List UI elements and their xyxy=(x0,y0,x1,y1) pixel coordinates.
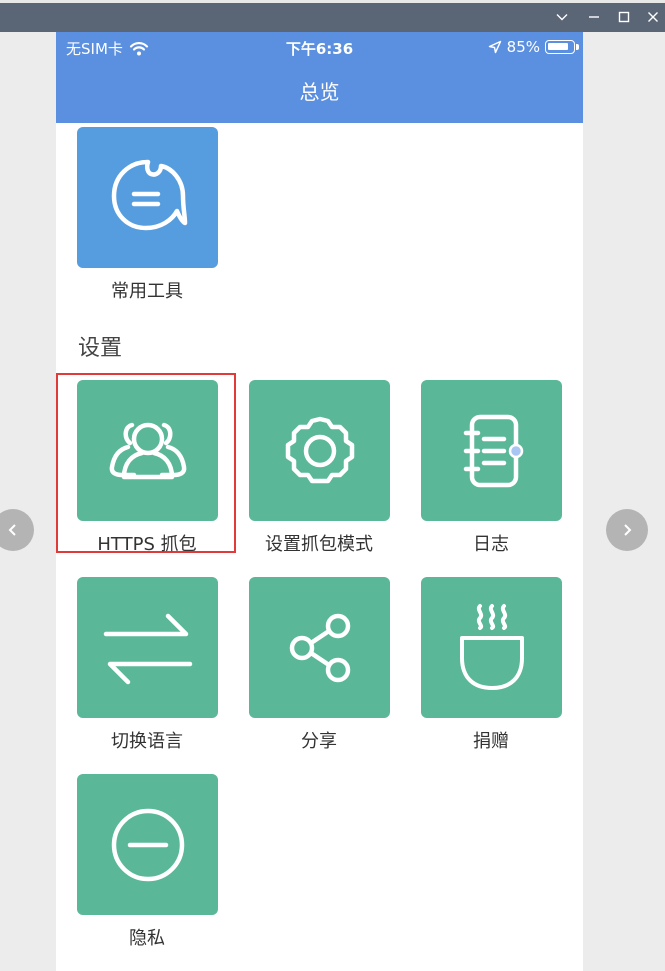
switch-language-button[interactable] xyxy=(77,577,218,718)
minus-circle-icon xyxy=(111,808,184,881)
common-tools-button[interactable] xyxy=(77,127,218,268)
common-tools-label: 常用工具 xyxy=(111,281,183,302)
window-titlebar xyxy=(0,0,665,32)
location-arrow-icon xyxy=(488,40,501,54)
battery-icon xyxy=(545,40,579,54)
chevron-left-icon xyxy=(8,524,16,536)
https-capture-label: HTTPS 抓包 xyxy=(97,534,197,555)
section-title-settings: 设置 xyxy=(78,336,123,361)
battery-fill xyxy=(548,43,568,50)
chevron-down-icon[interactable] xyxy=(551,6,573,28)
donate-label: 捐赠 xyxy=(473,731,509,752)
page-title: 总览 xyxy=(56,62,583,123)
users-icon xyxy=(109,422,186,479)
capture-mode-button[interactable] xyxy=(249,380,390,521)
log-button[interactable] xyxy=(421,380,562,521)
phone-screen: 无SIM卡 下午6:36 85% 总览 常用工具 设置 HTTPS 抓包 设置抓… xyxy=(56,32,583,971)
share-button[interactable] xyxy=(249,577,390,718)
titlebar-top-line xyxy=(0,0,665,3)
coffee-cup-icon xyxy=(459,603,524,690)
battery-percent: 85% xyxy=(506,38,540,56)
share-label: 分享 xyxy=(301,731,337,752)
privacy-button[interactable] xyxy=(77,774,218,915)
privacy-label: 隐私 xyxy=(129,928,165,949)
https-capture-button[interactable] xyxy=(77,380,218,521)
chat-bubble-icon xyxy=(111,159,187,230)
status-right: 85% xyxy=(488,38,579,56)
switch-language-label: 切换语言 xyxy=(111,731,183,752)
swap-arrows-icon xyxy=(103,613,192,684)
notebook-icon xyxy=(463,414,523,487)
previous-page-button[interactable] xyxy=(0,509,34,551)
close-icon[interactable] xyxy=(642,6,664,28)
donate-button[interactable] xyxy=(421,577,562,718)
gear-icon xyxy=(285,416,354,483)
next-page-button[interactable] xyxy=(606,509,648,551)
maximize-icon[interactable] xyxy=(613,6,635,28)
chevron-right-icon xyxy=(624,524,632,536)
log-label: 日志 xyxy=(473,534,509,555)
share-icon xyxy=(289,613,350,682)
minimize-icon[interactable] xyxy=(583,6,605,28)
status-bar: 无SIM卡 下午6:36 85% xyxy=(56,32,583,62)
capture-mode-label: 设置抓包模式 xyxy=(265,534,373,555)
